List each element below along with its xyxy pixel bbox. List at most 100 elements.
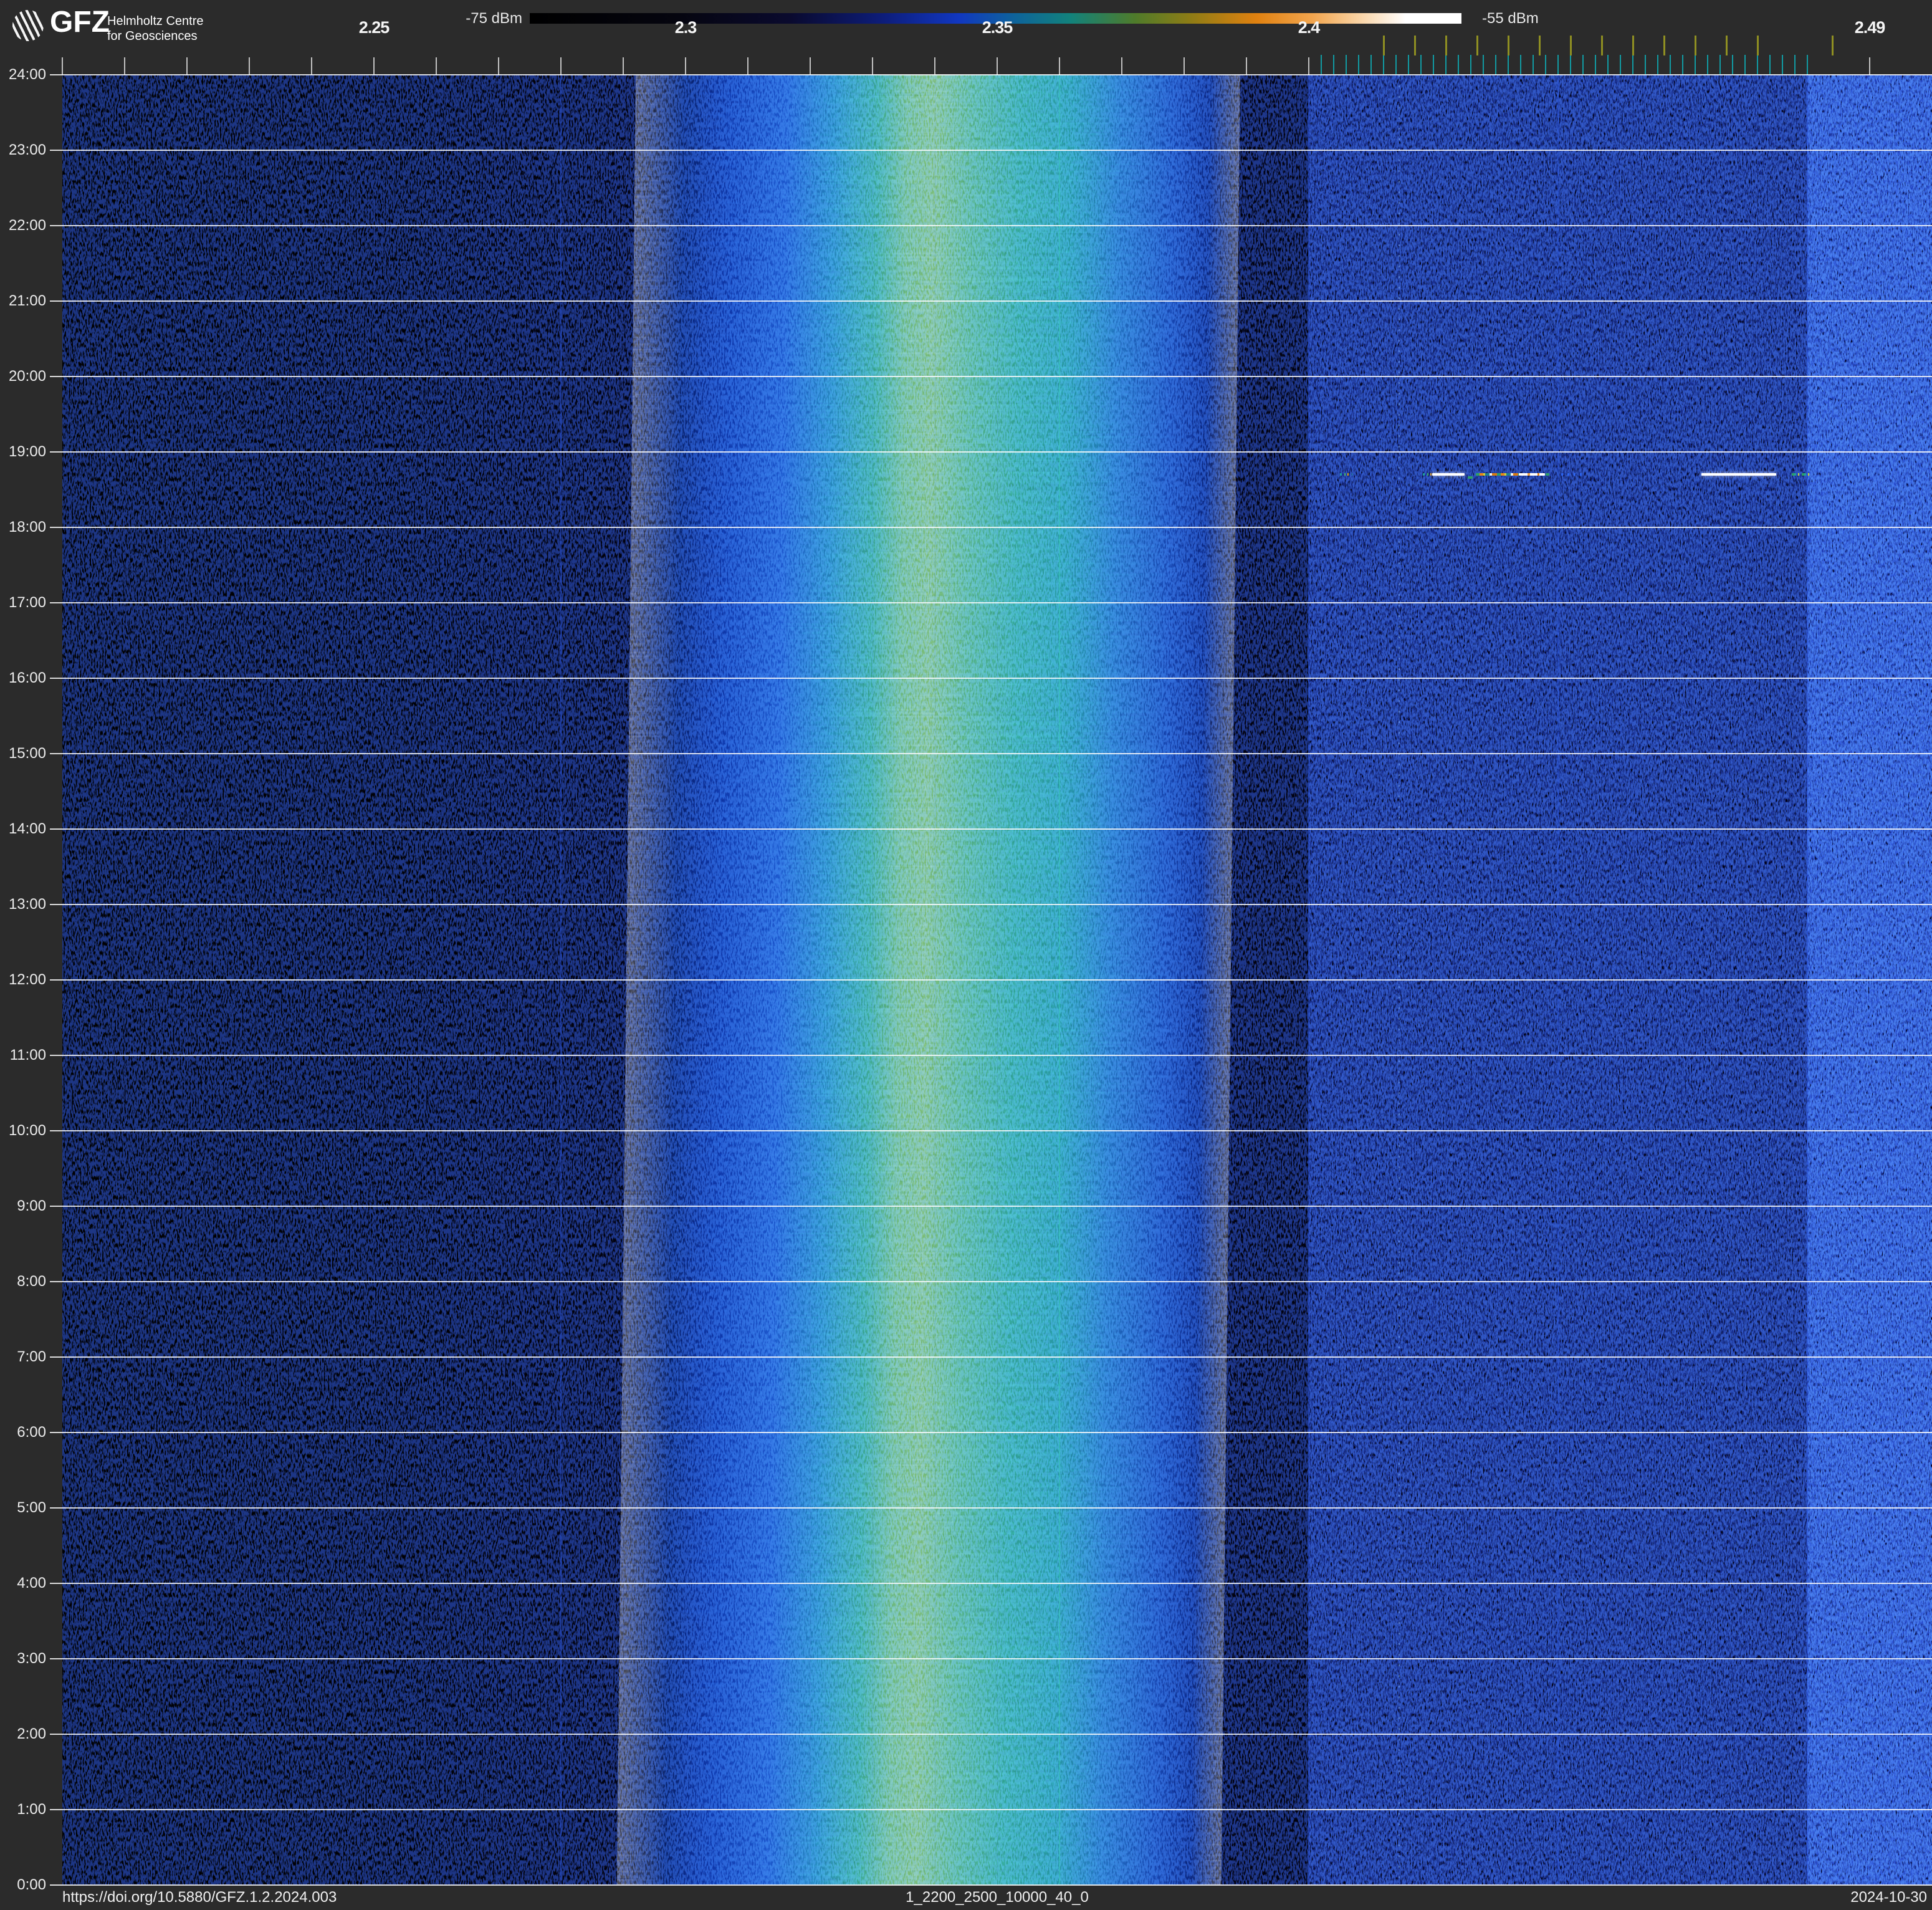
freq-minor-tick	[62, 57, 63, 75]
time-axis-label: 22:00	[0, 216, 46, 235]
ble-channel-tick	[1757, 55, 1758, 74]
ble-channel-tick	[1769, 55, 1771, 74]
freq-minor-tick	[498, 57, 499, 75]
time-axis-label: 21:00	[0, 292, 46, 310]
wifi-channel-tick	[1508, 36, 1509, 55]
freq-minor-tick	[124, 57, 125, 75]
time-axis-label: 7:00	[0, 1348, 46, 1366]
hour-gridline	[50, 828, 1932, 830]
footer-dataset-id: 1_2200_2500_10000_40_0	[686, 1889, 1309, 1906]
time-axis-label: 12:00	[0, 971, 46, 989]
ble-channel-tick	[1794, 55, 1796, 74]
freq-minor-tick	[872, 57, 873, 75]
spectrogram-page: GFZ Helmholtz Centre for Geosciences -75…	[0, 0, 1932, 1910]
freq-axis-label: 2.49	[1826, 18, 1913, 37]
time-axis-label: 3:00	[0, 1649, 46, 1668]
ble-channel-tick	[1570, 55, 1571, 74]
hour-gridline	[50, 753, 1932, 754]
ble-channel-tick	[1508, 55, 1509, 74]
hour-gridline	[50, 376, 1932, 377]
freq-minor-tick	[1184, 57, 1185, 75]
burst-segment	[1561, 473, 1586, 476]
ble-channel-tick	[1321, 55, 1322, 74]
time-axis-label: 4:00	[0, 1574, 46, 1593]
time-axis-label: 10:00	[0, 1121, 46, 1140]
freq-minor-tick	[997, 57, 998, 75]
freq-minor-tick	[186, 57, 188, 75]
colorbar-min-label: -75 dBm	[430, 10, 522, 27]
wifi-channel-tick	[1726, 36, 1728, 55]
ble-channel-tick	[1595, 55, 1596, 74]
hour-gridline	[50, 979, 1932, 981]
time-axis-label: 17:00	[0, 593, 46, 612]
freq-axis-label: 2.35	[954, 18, 1041, 37]
time-axis-label: 9:00	[0, 1197, 46, 1216]
ble-channel-tick	[1370, 55, 1372, 74]
time-axis-label: 19:00	[0, 443, 46, 461]
ble-channel-tick	[1807, 55, 1808, 74]
time-axis-label: 0:00	[0, 1876, 46, 1894]
hour-gridline	[50, 1206, 1932, 1207]
hour-gridline	[50, 678, 1932, 679]
hour-gridline	[50, 1884, 1932, 1886]
freq-minor-tick	[1308, 57, 1309, 75]
ble-channel-tick	[1719, 55, 1721, 74]
hour-gridline	[50, 1130, 1932, 1131]
gfz-logo-icon	[12, 10, 44, 41]
ble-channel-tick	[1483, 55, 1484, 74]
ble-channel-tick	[1732, 55, 1733, 74]
ble-channel-tick	[1470, 55, 1471, 74]
gfz-logo-subtitle: Helmholtz Centre for Geosciences	[107, 14, 204, 44]
ble-channel-tick	[1383, 55, 1384, 74]
time-axis-label: 5:00	[0, 1499, 46, 1517]
time-axis-label: 14:00	[0, 820, 46, 838]
time-axis-label: 20:00	[0, 367, 46, 386]
burst-segment	[1792, 473, 1810, 476]
ble-channel-tick	[1620, 55, 1621, 74]
freq-minor-tick	[623, 57, 624, 75]
time-axis-label: 8:00	[0, 1272, 46, 1291]
hour-gridline	[50, 1658, 1932, 1659]
colorbar-max-label: -55 dBm	[1482, 10, 1539, 27]
hour-gridline	[50, 225, 1932, 226]
wifi-channel-tick	[1695, 36, 1696, 55]
burst-segment	[1423, 473, 1432, 476]
wifi-channel-tick	[1414, 36, 1416, 55]
ble-channel-tick	[1445, 55, 1447, 74]
ble-channel-tick	[1582, 55, 1584, 74]
ble-channel-tick	[1395, 55, 1397, 74]
hour-gridline	[50, 1055, 1932, 1056]
wifi-channel-tick	[1445, 36, 1447, 55]
wifi-channel-tick	[1383, 36, 1385, 55]
wifi-channel-tick	[1632, 36, 1634, 55]
freq-minor-tick	[1121, 57, 1122, 75]
ble-channel-tick	[1682, 55, 1683, 74]
freq-axis-label: 2.3	[642, 18, 729, 37]
ble-channel-tick	[1707, 55, 1708, 74]
wifi-channel-tick	[1757, 36, 1759, 55]
freq-minor-tick	[747, 57, 748, 75]
freq-minor-tick	[560, 57, 562, 75]
time-axis-label: 2:00	[0, 1725, 46, 1744]
burst-segment	[1701, 473, 1776, 476]
time-axis-label: 6:00	[0, 1423, 46, 1442]
hour-gridline	[50, 1734, 1932, 1735]
hour-gridline	[50, 1583, 1932, 1584]
ble-channel-tick	[1744, 55, 1746, 74]
ble-channel-tick	[1346, 55, 1347, 74]
hour-gridline	[50, 1356, 1932, 1358]
time-axis-label: 11:00	[0, 1046, 46, 1065]
hour-gridline	[50, 1507, 1932, 1509]
ble-channel-tick	[1695, 55, 1696, 74]
footer-doi-link[interactable]: https://doi.org/10.5880/GFZ.1.2.2024.003	[62, 1889, 337, 1906]
wifi-channel-tick	[1539, 36, 1541, 55]
wifi-channel-tick	[1570, 36, 1572, 55]
freq-minor-tick	[1059, 57, 1060, 75]
burst-segment	[1519, 473, 1545, 476]
hour-gridline	[50, 451, 1932, 453]
hour-gridline	[50, 1281, 1932, 1282]
ble-channel-tick	[1657, 55, 1658, 74]
hour-gridline	[50, 904, 1932, 905]
wifi-channel-tick	[1601, 36, 1603, 55]
burst-segment	[1468, 476, 1473, 479]
